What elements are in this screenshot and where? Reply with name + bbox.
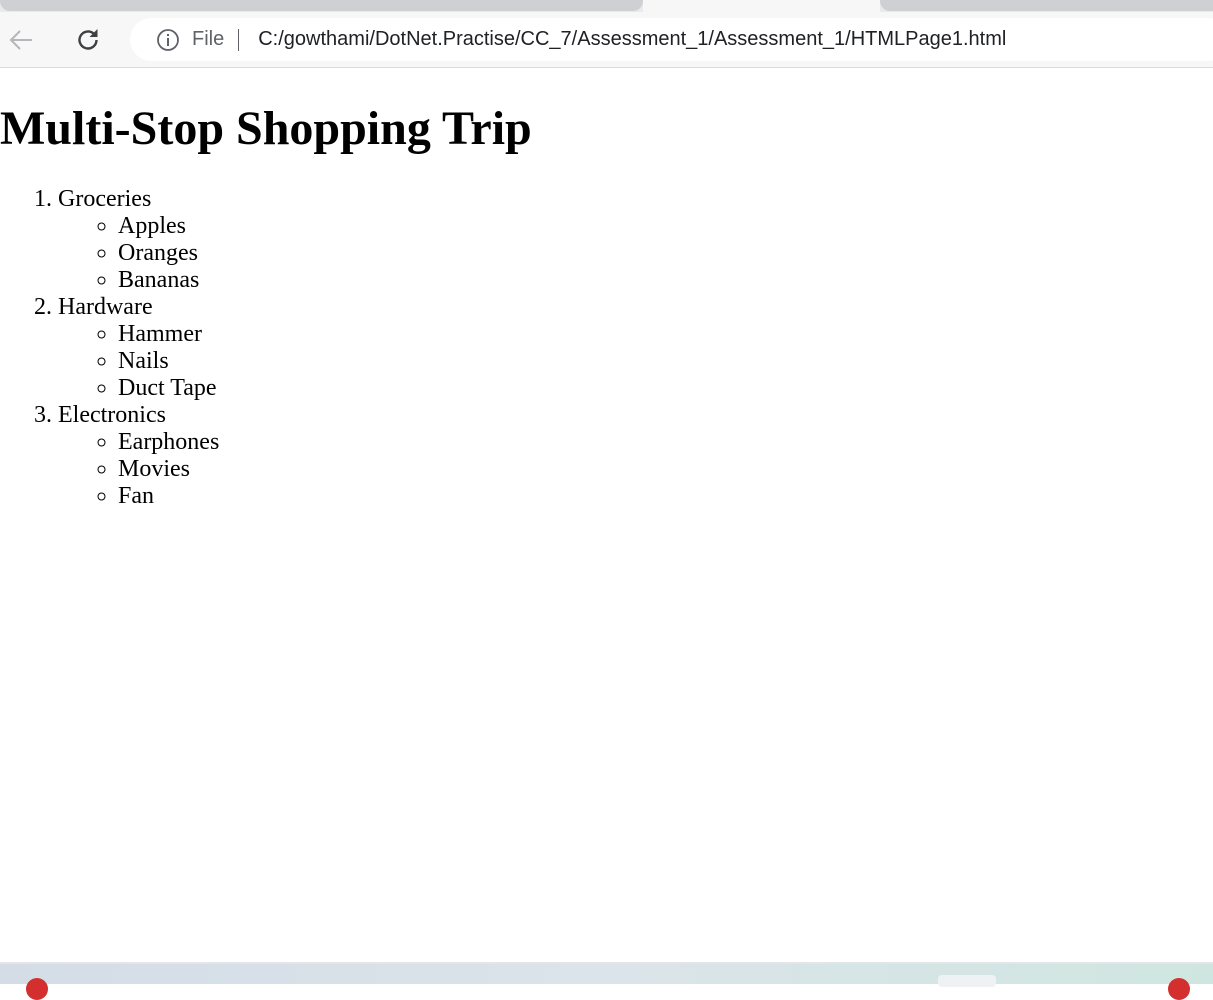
back-button[interactable] — [4, 23, 38, 57]
info-icon[interactable] — [156, 28, 180, 52]
shopping-stops-list: Groceries Apples Oranges Bananas Hardwar… — [0, 186, 219, 510]
list-item: Earphones — [118, 429, 219, 456]
back-arrow-icon — [9, 30, 32, 50]
stop-label: Hardware — [58, 294, 153, 320]
stop-groceries: Groceries Apples Oranges Bananas — [58, 186, 219, 294]
address-divider — [238, 28, 240, 51]
stop-label: Electronics — [58, 402, 166, 428]
browser-tab-inactive[interactable] — [0, 0, 643, 11]
page-title: Multi-Stop Shopping Trip — [0, 102, 532, 155]
stop-electronics: Electronics Earphones Movies Fan — [58, 402, 219, 510]
list-item: Oranges — [118, 240, 219, 267]
url-text[interactable]: C:/gowthami/DotNet.Practise/CC_7/Assessm… — [258, 28, 1006, 51]
reload-icon — [78, 29, 98, 50]
taskbar — [0, 962, 1213, 1000]
scheme-chip[interactable]: File — [192, 28, 224, 51]
stop-hardware: Hardware Hammer Nails Duct Tape — [58, 294, 219, 402]
address-bar[interactable]: File C:/gowthami/DotNet.Practise/CC_7/As… — [130, 18, 1213, 61]
taskbar-app-icon[interactable] — [26, 978, 48, 1000]
list-item: Bananas — [118, 267, 219, 294]
list-item: Apples — [118, 213, 219, 240]
list-item: Hammer — [118, 321, 219, 348]
taskbar-app-icon[interactable] — [938, 975, 996, 987]
reload-button[interactable] — [71, 23, 105, 57]
list-item: Fan — [118, 483, 219, 510]
groceries-items: Apples Oranges Bananas — [58, 213, 219, 294]
page-content: Multi-Stop Shopping Trip Groceries Apple… — [0, 68, 1213, 962]
list-item: Duct Tape — [118, 375, 219, 402]
browser-toolbar: File C:/gowthami/DotNet.Practise/CC_7/As… — [0, 12, 1213, 68]
stop-label: Groceries — [58, 186, 152, 212]
list-item: Nails — [118, 348, 219, 375]
tab-strip — [0, 0, 1213, 12]
browser-tab-active[interactable] — [643, 0, 880, 12]
taskbar-app-icon[interactable] — [1168, 978, 1190, 1000]
list-item: Movies — [118, 456, 219, 483]
browser-tab-inactive[interactable] — [880, 0, 1213, 11]
hardware-items: Hammer Nails Duct Tape — [58, 321, 219, 402]
electronics-items: Earphones Movies Fan — [58, 429, 219, 510]
